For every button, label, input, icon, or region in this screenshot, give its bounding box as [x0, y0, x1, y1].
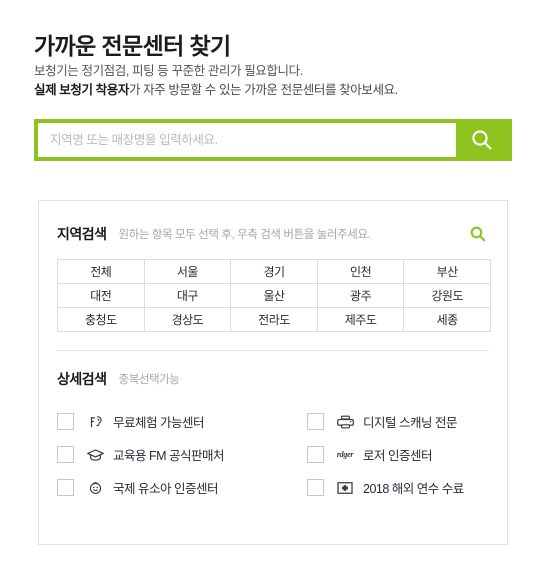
detail-option-overseas-training[interactable]: 2018 해외 연수 수료 [307, 471, 489, 504]
detail-option-label: 교육용 FM 공식판매처 [113, 449, 225, 463]
medical-cross-icon [334, 478, 356, 498]
checkbox-fm-dealer[interactable] [57, 446, 74, 463]
page-title: 가까운 전문센터 찾기 [34, 33, 231, 60]
region-cell-2-2[interactable]: 전라도 [230, 307, 318, 332]
roger-brand-wordmark: rdger [336, 450, 354, 459]
region-cell-1-0[interactable]: 대전 [57, 283, 145, 308]
detail-option-digital-scanning[interactable]: 디지털 스캐닝 전문 [307, 405, 489, 438]
region-grid-row: 대전 대구 울산 광주 강원도 [57, 283, 491, 308]
checkbox-overseas-training[interactable] [307, 479, 324, 496]
region-grid: 전체 서울 경기 인천 부산 대전 대구 울산 광주 강원도 충청도 경상도 전… [57, 259, 491, 332]
detail-section-title: 상세검색 [57, 371, 107, 387]
detail-option-roger-certified[interactable]: rdger 로저 인증센터 [307, 438, 489, 471]
region-cell-2-0[interactable]: 충청도 [57, 307, 145, 332]
region-cell-0-3[interactable]: 인천 [316, 259, 405, 284]
search-icon [470, 226, 486, 242]
region-cell-0-1[interactable]: 서울 [143, 259, 232, 284]
detail-option-label: 2018 해외 연수 수료 [363, 482, 464, 496]
hearing-ear-icon-glyph [90, 415, 102, 427]
checkbox-digital-scanning[interactable] [307, 413, 324, 430]
region-cell-0-2[interactable]: 경기 [230, 259, 318, 284]
region-grid-row: 충청도 경상도 전라도 제주도 세종 [57, 307, 491, 332]
region-section-hint: 원하는 항목 모두 선택 후, 우측 검색 버튼을 눌러주세요. [118, 229, 371, 241]
region-cell-1-4[interactable]: 강원도 [403, 283, 491, 308]
region-cell-1-3[interactable]: 광주 [316, 283, 405, 308]
baby-face-icon-glyph [89, 481, 101, 494]
main-search-bar [34, 119, 512, 161]
checkbox-roger-certified[interactable] [307, 446, 324, 463]
region-cell-2-4[interactable]: 세종 [403, 307, 491, 332]
page-subtitle: 보청기는 정기점검, 피팅 등 꾸준한 관리가 필요합니다. 실제 보청기 착용… [34, 62, 514, 100]
detail-option-label: 로저 인증센터 [363, 449, 432, 463]
detail-option-label: 무료체험 가능센터 [113, 416, 204, 430]
search-icon [472, 130, 492, 150]
scanner-printer-icon-glyph [336, 415, 354, 428]
scanner-printer-icon [334, 412, 356, 432]
medical-cross-icon-glyph [337, 481, 353, 494]
detail-options-grid: 무료체험 가능센터 디지털 스캐닝 전문 교육용 FM 공식판매처 rdger … [57, 405, 489, 504]
region-cell-1-2[interactable]: 울산 [230, 283, 318, 308]
baby-face-icon [84, 478, 106, 498]
detail-option-label: 국제 유소아 인증센터 [113, 482, 218, 496]
graduation-cap-icon [84, 445, 106, 465]
region-search-button[interactable] [467, 223, 489, 245]
find-center-page: 가까운 전문센터 찾기 보청기는 정기점검, 피팅 등 꾸준한 관리가 필요합니… [0, 0, 538, 583]
search-submit-button[interactable] [456, 123, 508, 157]
detail-option-fm-dealer[interactable]: 교육용 FM 공식판매처 [57, 438, 307, 471]
hearing-ear-icon [84, 412, 106, 432]
subtitle-line-2: 실제 보청기 착용자가 자주 방문할 수 있는 가까운 전문센터를 찾아보세요. [34, 81, 514, 100]
region-cell-0-4[interactable]: 부산 [403, 259, 491, 284]
detail-section-hint: 중복선택가능 [118, 374, 180, 386]
region-cell-1-1[interactable]: 대구 [143, 283, 232, 308]
search-filters-card: 지역검색 원하는 항목 모두 선택 후, 우측 검색 버튼을 눌러주세요. 전체… [38, 200, 508, 545]
detail-section-header: 상세검색 중복선택가능 [39, 369, 507, 389]
search-input[interactable] [38, 123, 456, 157]
region-cell-2-1[interactable]: 경상도 [143, 307, 232, 332]
region-section-title: 지역검색 [57, 226, 107, 242]
subtitle-rest: 가 자주 방문할 수 있는 가까운 전문센터를 찾아보세요. [128, 83, 398, 97]
region-cell-2-3[interactable]: 제주도 [316, 307, 405, 332]
detail-option-pediatric-certified[interactable]: 국제 유소아 인증센터 [57, 471, 307, 504]
section-divider [57, 350, 489, 351]
checkbox-free-trial[interactable] [57, 413, 74, 430]
subtitle-line-1: 보청기는 정기점검, 피팅 등 꾸준한 관리가 필요합니다. [34, 64, 303, 78]
detail-option-label: 디지털 스캐닝 전문 [363, 416, 457, 430]
roger-brand-icon: rdger [334, 445, 356, 465]
region-section-header: 지역검색 원하는 항목 모두 선택 후, 우측 검색 버튼을 눌러주세요. [39, 223, 507, 245]
region-cell-0-0[interactable]: 전체 [57, 259, 145, 284]
subtitle-emphasis: 실제 보청기 착용자 [34, 83, 129, 97]
graduation-cap-icon-glyph [86, 448, 104, 461]
region-grid-row: 전체 서울 경기 인천 부산 [57, 259, 491, 284]
checkbox-pediatric-certified[interactable] [57, 479, 74, 496]
detail-option-free-trial[interactable]: 무료체험 가능센터 [57, 405, 307, 438]
